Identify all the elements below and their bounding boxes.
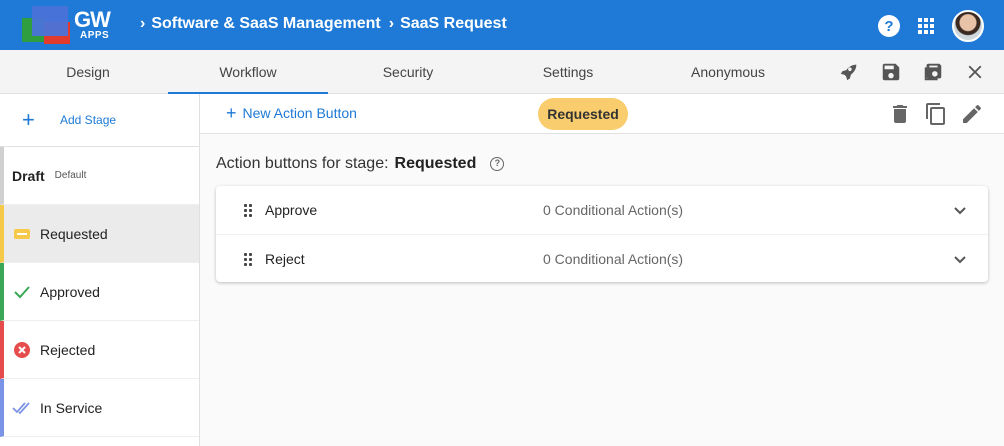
copy-icon[interactable] [924, 102, 948, 126]
tab-workflow[interactable]: Workflow [168, 50, 328, 94]
save-as-icon[interactable] [922, 61, 944, 83]
gw-apps-logo[interactable]: GW APPS [22, 6, 122, 46]
tab-settings[interactable]: Settings [488, 50, 648, 94]
action-button-row-approve[interactable]: Approve 0 Conditional Action(s) [216, 186, 988, 234]
chevron-right-icon: › [388, 15, 395, 32]
chevron-right-icon: › [140, 15, 146, 32]
stage-item-approved[interactable]: Approved [0, 263, 199, 321]
apps-grid-icon[interactable] [918, 18, 934, 34]
stage-name: Draft [12, 167, 45, 184]
top-bar: GW APPS › Software & SaaS Management › S… [0, 0, 1004, 50]
heading-prefix: Action buttons for stage: [216, 155, 389, 172]
action-button-list: Approve 0 Conditional Action(s) Reject 0… [216, 186, 988, 282]
check-icon [12, 285, 32, 299]
rocket-icon[interactable] [838, 61, 860, 83]
save-icon[interactable] [880, 61, 902, 83]
conditional-actions-count: 0 Conditional Action(s) [543, 250, 684, 267]
stage-sidebar: + Add Stage Draft Default Requested Appr… [0, 94, 200, 446]
chevron-down-icon[interactable] [952, 202, 968, 218]
conditional-actions-count: 0 Conditional Action(s) [543, 202, 684, 218]
drag-handle-icon[interactable] [244, 204, 252, 217]
add-stage-label: Add Stage [60, 113, 117, 127]
double-check-icon [12, 401, 32, 415]
stage-name: Approved [40, 283, 100, 300]
action-button-row-reject[interactable]: Reject 0 Conditional Action(s) [216, 234, 988, 282]
action-buttons-heading: Action buttons for stage: Requested ? [216, 155, 505, 173]
logo-subtext: APPS [80, 30, 110, 41]
tab-anonymous[interactable]: Anonymous [648, 50, 808, 94]
tab-bar: Design Workflow Security Settings Anonym… [0, 50, 1004, 94]
breadcrumb-item-app[interactable]: Software & SaaS Management [151, 15, 380, 33]
stage-item-in-service[interactable]: In Service [0, 379, 199, 437]
stage-name: Requested [40, 225, 108, 242]
breadcrumb-item-form[interactable]: SaaS Request [400, 15, 507, 33]
plus-icon: + [22, 107, 35, 132]
new-action-button[interactable]: + New Action Button [226, 103, 357, 123]
action-button-name: Approve [265, 202, 318, 218]
cancel-icon [12, 341, 32, 359]
stage-item-requested[interactable]: Requested [0, 205, 199, 263]
stage-toolbar: + New Action Button Requested [200, 94, 1004, 134]
close-icon[interactable] [964, 61, 986, 83]
stage-item-draft[interactable]: Draft Default [0, 147, 199, 205]
stage-item-rejected[interactable]: Rejected [0, 321, 199, 379]
add-stage-button[interactable]: + Add Stage [0, 94, 199, 147]
badge-icon [12, 227, 32, 241]
stage-default-label: Default [54, 170, 87, 181]
heading-stage: Requested [394, 155, 477, 172]
tab-design[interactable]: Design [8, 50, 168, 94]
stage-name: In Service [40, 399, 103, 416]
logo-square-blue [32, 6, 68, 36]
avatar[interactable] [952, 10, 984, 42]
stage-pill: Requested [538, 98, 628, 130]
action-button-name: Reject [265, 250, 305, 267]
drag-handle-icon[interactable] [244, 252, 252, 266]
breadcrumb: › Software & SaaS Management › SaaS Requ… [140, 15, 507, 33]
plus-icon: + [226, 103, 237, 123]
stage-name: Rejected [40, 341, 96, 358]
chevron-down-icon[interactable] [952, 251, 968, 267]
tab-security[interactable]: Security [328, 50, 488, 94]
stage-tools [888, 102, 984, 126]
delete-icon[interactable] [888, 102, 912, 126]
help-circle-icon[interactable]: ? [490, 157, 505, 171]
header-actions: ? [878, 10, 984, 42]
new-action-label: New Action Button [242, 105, 357, 121]
form-tools [838, 61, 986, 83]
help-icon[interactable]: ? [878, 15, 900, 37]
edit-icon[interactable] [960, 102, 984, 126]
